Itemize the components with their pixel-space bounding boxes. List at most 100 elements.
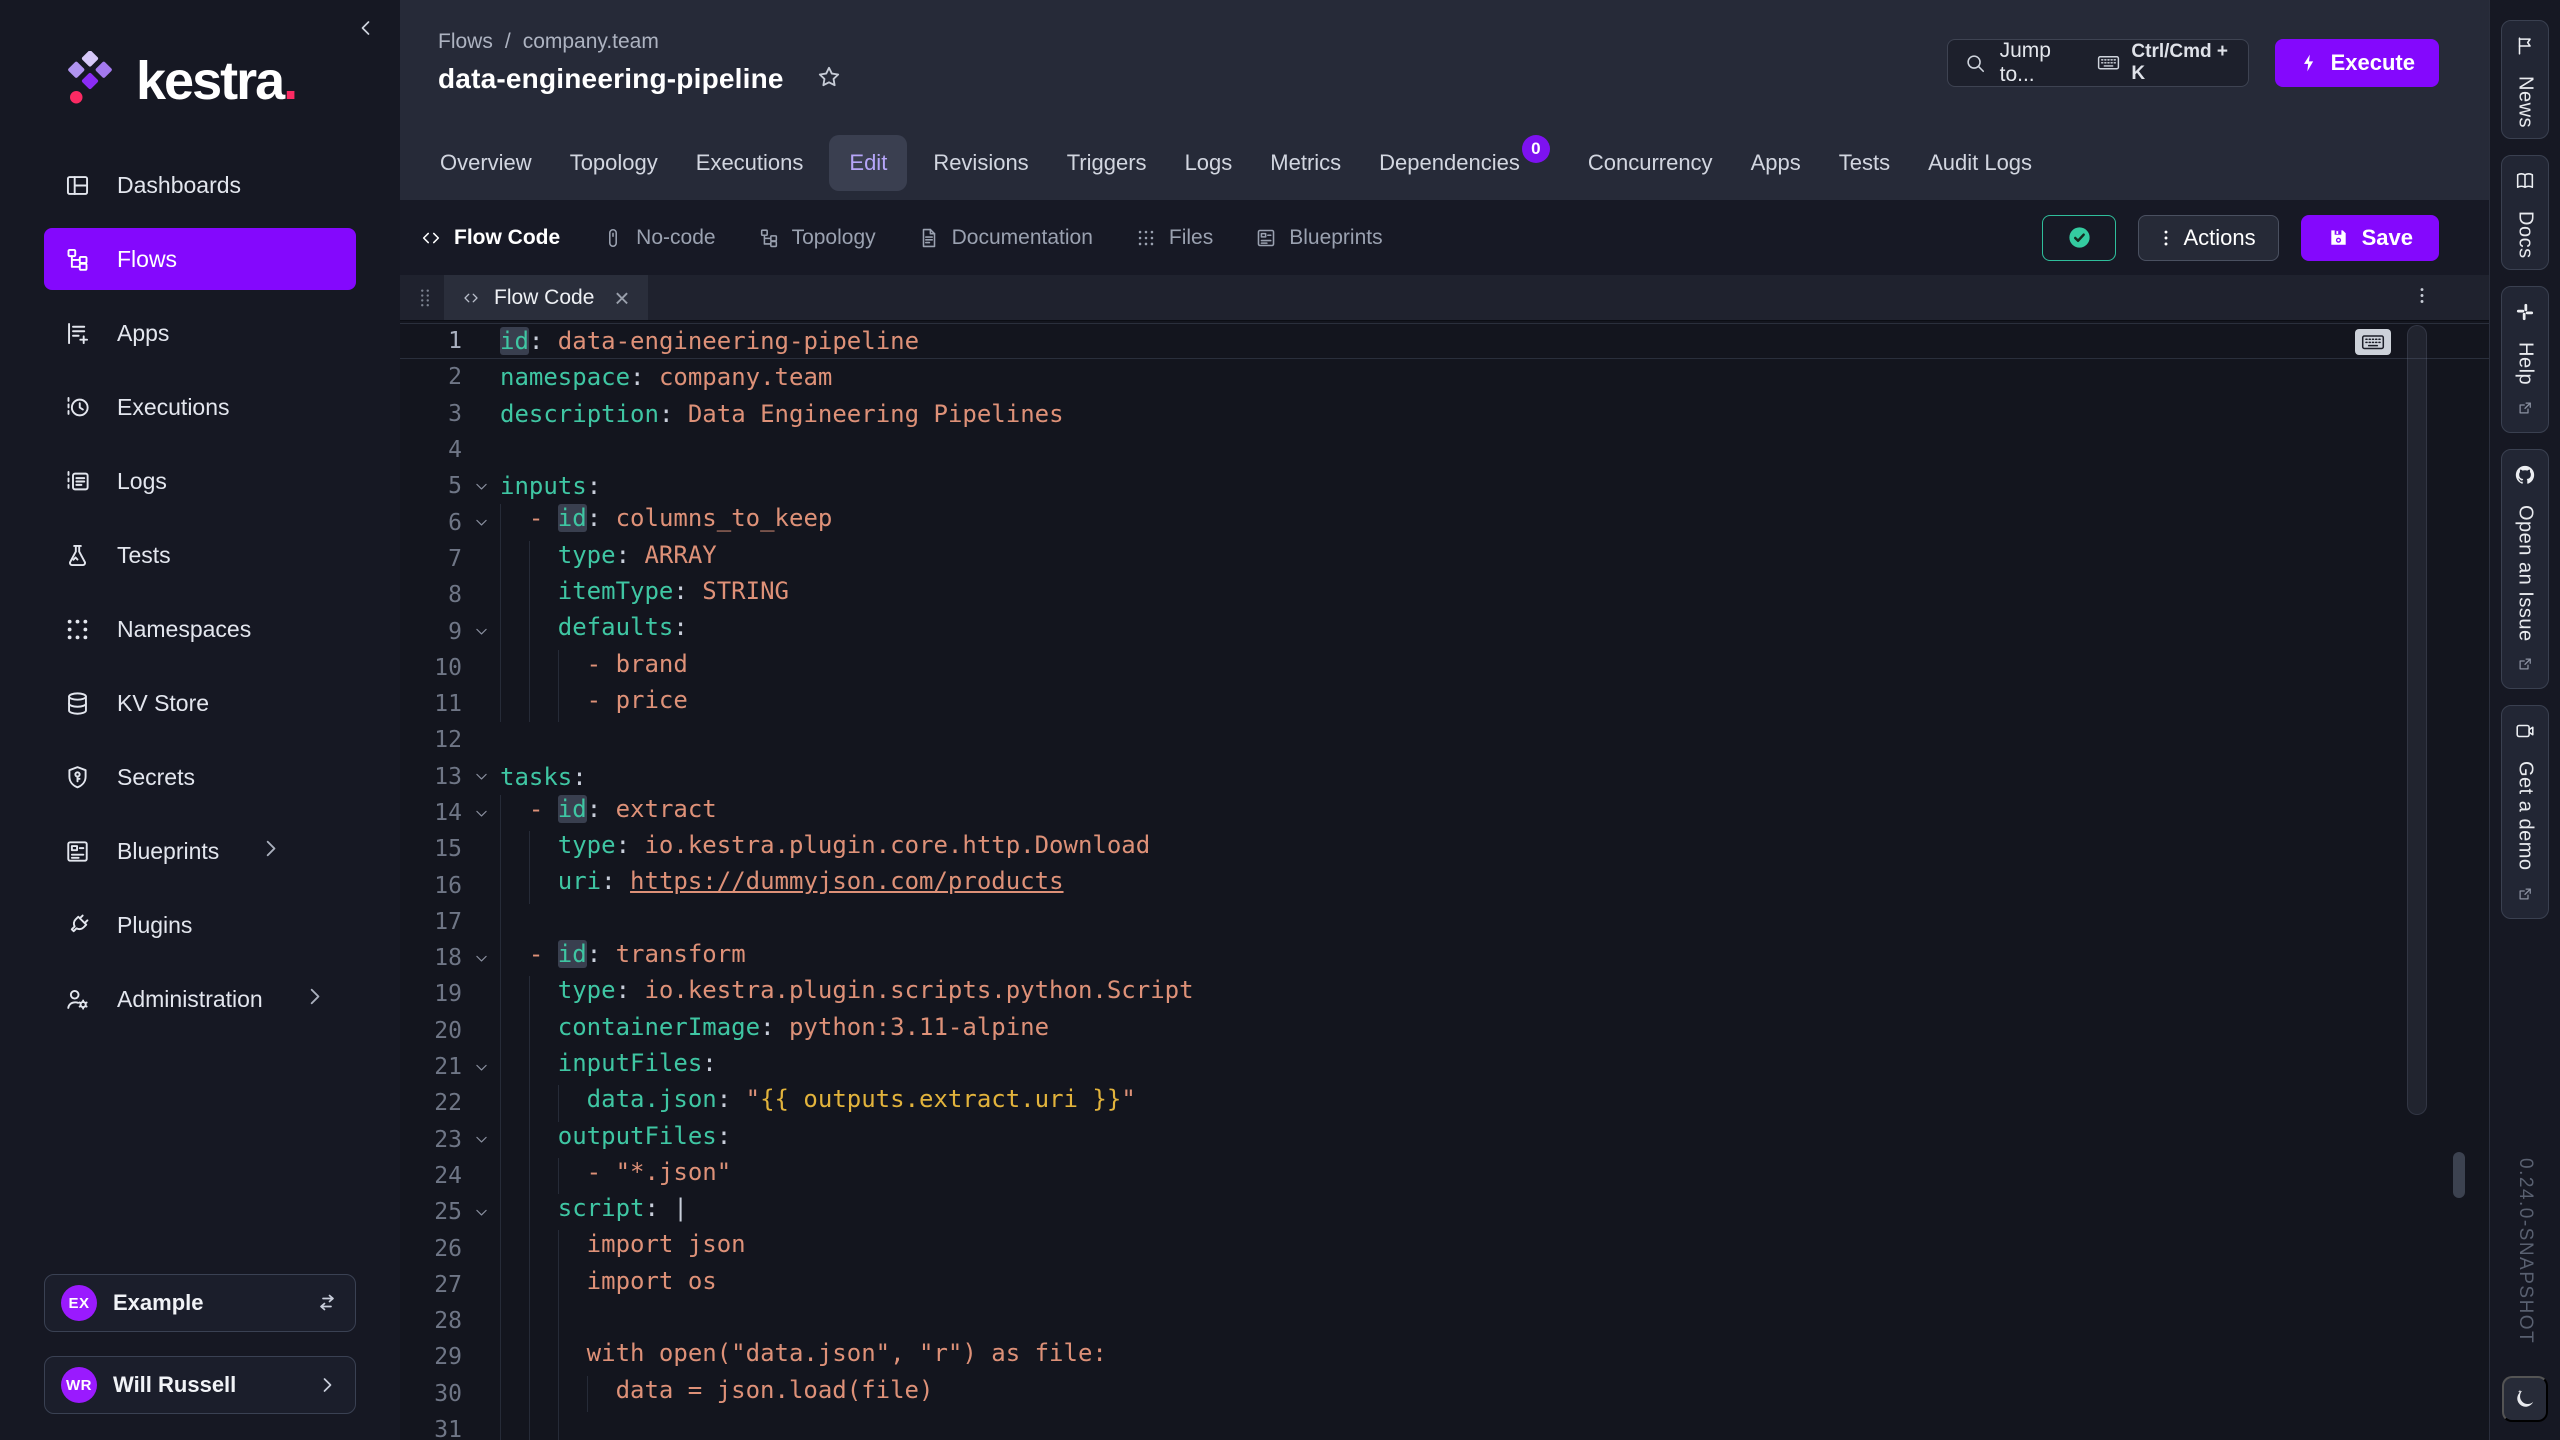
theme-toggle-button[interactable] xyxy=(2502,1376,2548,1422)
sidebar-item-kv-store[interactable]: KV Store xyxy=(44,672,356,734)
tab-apps[interactable]: Apps xyxy=(1739,135,1813,191)
editor-scrollbar-thumb[interactable] xyxy=(2407,325,2427,1115)
code-line-15[interactable]: 15type: io.kestra.plugin.core.http.Downl… xyxy=(400,831,2489,867)
jump-to-search[interactable]: Jump to... Ctrl/Cmd + K xyxy=(1947,39,2249,87)
tab-tests[interactable]: Tests xyxy=(1827,135,1902,191)
code-line-3[interactable]: 3description: Data Engineering Pipelines xyxy=(400,396,2489,432)
code-line-20[interactable]: 20containerImage: python:3.11-alpine xyxy=(400,1013,2489,1049)
sidebar-item-tests[interactable]: Tests xyxy=(44,524,356,586)
code-line-6[interactable]: 6- id: columns_to_keep xyxy=(400,504,2489,540)
close-tab-icon[interactable]: × xyxy=(614,285,629,311)
rail-button-docs[interactable]: Docs xyxy=(2501,155,2549,270)
code-line-25[interactable]: 25script: | xyxy=(400,1194,2489,1230)
fold-toggle-icon[interactable] xyxy=(462,1059,500,1076)
code-line-18[interactable]: 18- id: transform xyxy=(400,940,2489,976)
tab-audit-logs[interactable]: Audit Logs xyxy=(1916,135,2044,191)
rail-button-open-an-issue[interactable]: Open an Issue xyxy=(2501,449,2549,690)
swap-horizontal-icon[interactable] xyxy=(315,1291,339,1315)
code-line-1[interactable]: 1id: data-engineering-pipeline xyxy=(400,323,2489,359)
code-line-16[interactable]: 16uri: https://dummyjson.com/products xyxy=(400,867,2489,903)
code-line-5[interactable]: 5inputs: xyxy=(400,468,2489,504)
editor-tab-flow-code[interactable]: Flow Code × xyxy=(444,275,648,320)
view-mode-flow-code[interactable]: Flow Code xyxy=(420,226,560,250)
fold-toggle-icon[interactable] xyxy=(462,514,500,531)
sidebar-item-namespaces[interactable]: Namespaces xyxy=(44,598,356,660)
code-line-10[interactable]: 10- brand xyxy=(400,650,2489,686)
breadcrumb-flows[interactable]: Flows xyxy=(438,30,493,54)
tab-overview[interactable]: Overview xyxy=(428,135,544,191)
fold-toggle-icon[interactable] xyxy=(462,478,500,495)
sidebar-item-executions[interactable]: Executions xyxy=(44,376,356,438)
sidebar-item-dashboards[interactable]: Dashboards xyxy=(44,154,356,216)
fold-toggle-icon[interactable] xyxy=(462,768,500,785)
code-line-9[interactable]: 9defaults: xyxy=(400,613,2489,649)
validation-status-button[interactable] xyxy=(2042,215,2116,261)
save-button[interactable]: Save xyxy=(2301,215,2439,261)
sidebar-item-secrets[interactable]: Secrets xyxy=(44,746,356,808)
sidebar-item-administration[interactable]: Administration xyxy=(44,968,356,1030)
code-line-22[interactable]: 22data.json: "{{ outputs.extract.uri }}" xyxy=(400,1085,2489,1121)
code-line-17[interactable]: 17 xyxy=(400,904,2489,940)
tab-executions[interactable]: Executions xyxy=(684,135,816,191)
code-editor[interactable]: 1id: data-engineering-pipeline2namespace… xyxy=(400,321,2489,1440)
kestra-logo[interactable]: kestra. xyxy=(0,0,400,112)
code-line-8[interactable]: 8itemType: STRING xyxy=(400,577,2489,613)
code-line-14[interactable]: 14- id: extract xyxy=(400,795,2489,831)
code-line-19[interactable]: 19type: io.kestra.plugin.scripts.python.… xyxy=(400,976,2489,1012)
sidebar-item-plugins[interactable]: Plugins xyxy=(44,894,356,956)
code-line-4[interactable]: 4 xyxy=(400,432,2489,468)
fold-toggle-icon[interactable] xyxy=(462,950,500,967)
code-line-11[interactable]: 11- price xyxy=(400,686,2489,722)
view-mode-topology[interactable]: Topology xyxy=(758,226,876,250)
tab-triggers[interactable]: Triggers xyxy=(1055,135,1159,191)
code-line-24[interactable]: 24- "*.json" xyxy=(400,1158,2489,1194)
view-mode-blueprints[interactable]: Blueprints xyxy=(1255,226,1382,250)
fold-toggle-icon[interactable] xyxy=(462,1204,500,1221)
code-line-29[interactable]: 29with open("data.json", "r") as file: xyxy=(400,1339,2489,1375)
user-menu[interactable]: WR Will Russell xyxy=(44,1356,356,1414)
code-line-23[interactable]: 23outputFiles: xyxy=(400,1122,2489,1158)
code-line-12[interactable]: 12 xyxy=(400,722,2489,758)
keyboard-hint-widget[interactable] xyxy=(2355,329,2391,355)
tab-edit[interactable]: Edit xyxy=(829,135,907,191)
tab-strip-menu-button[interactable] xyxy=(2411,284,2433,311)
code-line-28[interactable]: 28 xyxy=(400,1303,2489,1339)
view-mode-no-code[interactable]: No-code xyxy=(602,226,715,250)
favorite-star-button[interactable] xyxy=(816,64,842,95)
view-mode-documentation[interactable]: Documentation xyxy=(918,226,1093,250)
tab-topology[interactable]: Topology xyxy=(558,135,670,191)
sidebar-item-apps[interactable]: Apps xyxy=(44,302,356,364)
actions-button[interactable]: Actions xyxy=(2138,215,2278,261)
drag-handle[interactable] xyxy=(414,275,436,320)
sidebar-collapse-button[interactable] xyxy=(354,16,378,45)
code-line-2[interactable]: 2namespace: company.team xyxy=(400,359,2489,395)
rail-button-news[interactable]: News xyxy=(2501,20,2549,139)
rail-button-get-a-demo[interactable]: Get a demo xyxy=(2501,705,2549,919)
sidebar-item-blueprints[interactable]: Blueprints xyxy=(44,820,356,882)
user-name: Will Russell xyxy=(113,1372,236,1398)
tab-dependencies[interactable]: Dependencies0 xyxy=(1367,135,1562,191)
rail-button-help[interactable]: Help xyxy=(2501,286,2549,433)
fold-toggle-icon[interactable] xyxy=(462,805,500,822)
workspace-switcher[interactable]: EX Example xyxy=(44,1274,356,1332)
breadcrumb-namespace[interactable]: company.team xyxy=(523,30,659,54)
tab-concurrency[interactable]: Concurrency xyxy=(1576,135,1725,191)
sidebar-item-logs[interactable]: Logs xyxy=(44,450,356,512)
tab-logs[interactable]: Logs xyxy=(1173,135,1245,191)
sidebar-item-flows[interactable]: Flows xyxy=(44,228,356,290)
code-line-13[interactable]: 13tasks: xyxy=(400,759,2489,795)
view-mode-files[interactable]: Files xyxy=(1135,226,1213,250)
code-line-31[interactable]: 31 xyxy=(400,1412,2489,1440)
fold-toggle-icon[interactable] xyxy=(462,623,500,640)
code-line-7[interactable]: 7type: ARRAY xyxy=(400,541,2489,577)
code-line-26[interactable]: 26import json xyxy=(400,1230,2489,1266)
tab-revisions[interactable]: Revisions xyxy=(921,135,1040,191)
tab-label: Overview xyxy=(440,150,532,176)
execute-button[interactable]: Execute xyxy=(2275,39,2439,87)
code-line-27[interactable]: 27import os xyxy=(400,1267,2489,1303)
page-scrollbar-thumb[interactable] xyxy=(2453,1152,2465,1198)
tab-metrics[interactable]: Metrics xyxy=(1258,135,1353,191)
code-line-21[interactable]: 21inputFiles: xyxy=(400,1049,2489,1085)
code-line-30[interactable]: 30data = json.load(file) xyxy=(400,1376,2489,1412)
fold-toggle-icon[interactable] xyxy=(462,1131,500,1148)
